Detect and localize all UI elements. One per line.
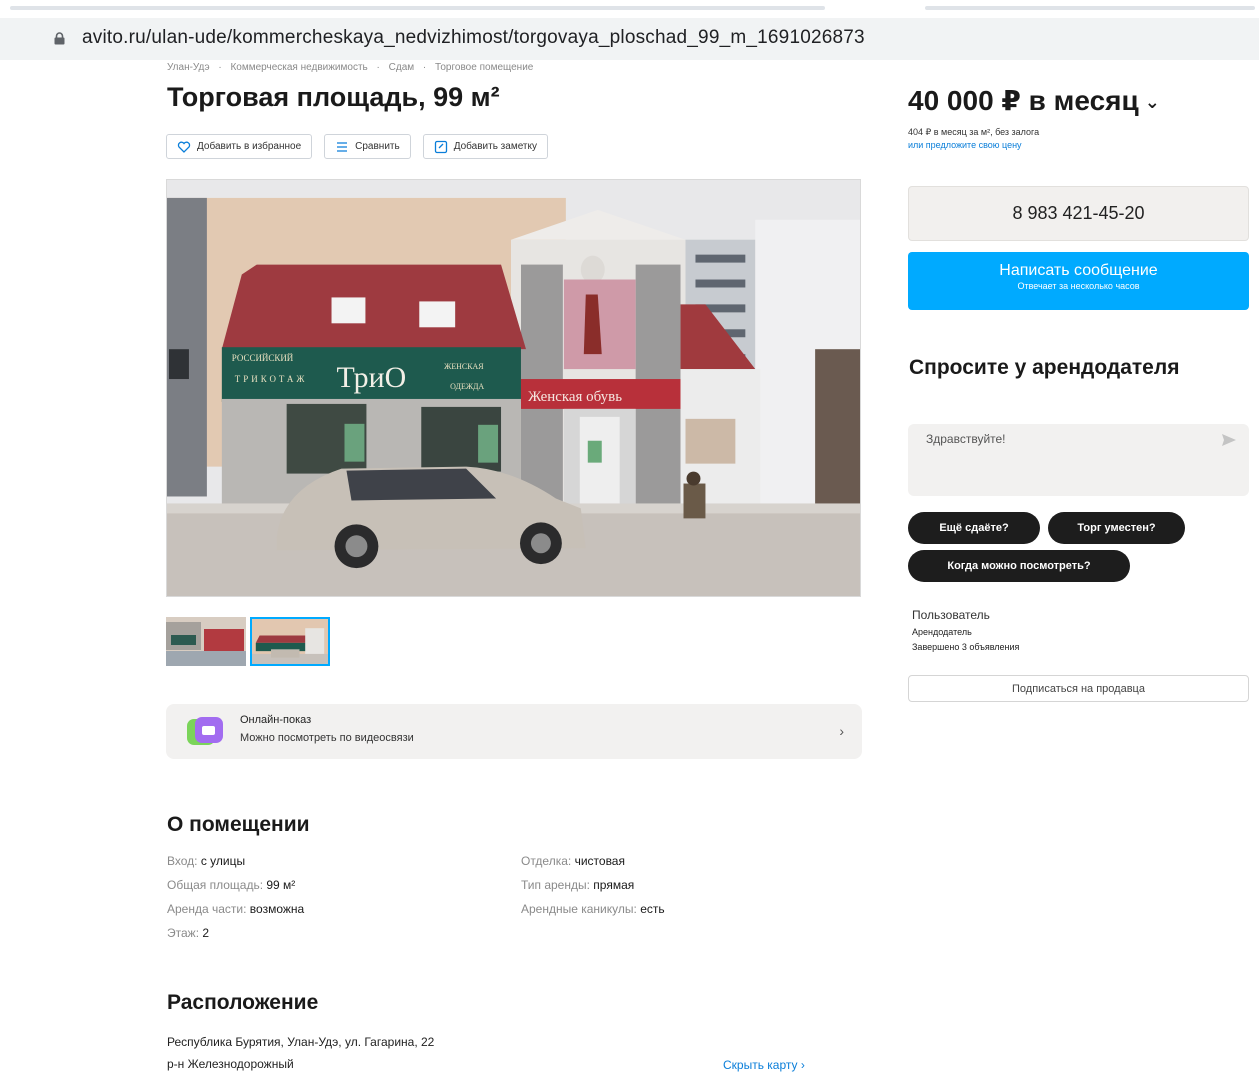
- chevron-down-icon: ⌄: [1144, 92, 1160, 113]
- property-row: Тип аренды: прямая: [521, 873, 665, 897]
- property-row: Общая площадь: 99 м²: [167, 873, 304, 897]
- seller-completed-count: Завершено 3 объявления: [912, 642, 1020, 652]
- online-show-banner[interactable]: Онлайн-показ Можно посмотреть по видеосв…: [166, 704, 862, 759]
- sign-shoes: Женская обувь: [528, 389, 622, 405]
- subscribe-seller-label: Подписаться на продавца: [1012, 682, 1145, 695]
- property-key: Отделка:: [521, 854, 572, 868]
- tab-strip-segment: [925, 6, 1255, 10]
- sign-right-top: ЖЕНСКАЯ: [444, 362, 484, 371]
- compare-label: Сравнить: [355, 141, 400, 152]
- send-icon[interactable]: [1221, 433, 1237, 447]
- about-properties-right: Отделка: чистовая Тип аренды: прямая Аре…: [521, 849, 665, 921]
- breadcrumb-item-type[interactable]: Торговое помещение: [435, 62, 533, 73]
- property-value: чистовая: [574, 854, 625, 868]
- compare-icon: [337, 141, 348, 152]
- storefront-photo: РОССИЙСКИЙ ТРИКОТАЖ ТриО ЖЕНСКАЯ ОДЕЖДА …: [167, 180, 860, 596]
- add-note-button[interactable]: Добавить заметку: [422, 134, 548, 159]
- breadcrumb-separator: ·: [376, 62, 380, 73]
- add-note-label: Добавить заметку: [453, 141, 537, 152]
- response-time-label: Отвечает за несколько часов: [1017, 281, 1140, 291]
- quick-question-chip[interactable]: Когда можно посмотреть?: [908, 550, 1130, 582]
- property-row: Этаж: 2: [167, 921, 304, 945]
- photo-thumbnails: [166, 617, 330, 666]
- write-message-label: Написать сообщение: [999, 262, 1158, 279]
- breadcrumb: Улан-Удэ · Коммерческая недвижимость · С…: [167, 62, 539, 73]
- add-to-favorites-label: Добавить в избранное: [197, 141, 302, 152]
- breadcrumb-item-city[interactable]: Улан-Удэ: [167, 62, 210, 73]
- property-value: возможна: [249, 902, 305, 916]
- price-value: 40 000 ₽ в месяц: [908, 85, 1139, 116]
- video-call-icon: [187, 717, 223, 745]
- quick-question-chip[interactable]: Торг уместен?: [1048, 512, 1185, 544]
- add-to-favorites-button[interactable]: Добавить в избранное: [166, 134, 313, 159]
- price-per-meter: 404 ₽ в месяц за м², без залога: [908, 127, 1040, 137]
- sign-brand: ТриО: [337, 361, 407, 394]
- offer-price-link[interactable]: или предложите свою цену: [908, 139, 1039, 152]
- property-key: Арендные каникулы:: [521, 902, 637, 916]
- note-icon: [434, 140, 447, 153]
- sign-left-top: РОССИЙСКИЙ: [232, 353, 294, 363]
- url-text[interactable]: avito.ru/ulan-ude/kommercheskaya_nedvizh…: [82, 27, 865, 49]
- address-text: Республика Бурятия, Улан-Удэ, ул. Гагари…: [167, 1035, 435, 1049]
- price[interactable]: 40 000 ₽ в месяц ⌄: [908, 84, 1160, 117]
- ask-message-input[interactable]: Здравствуйте!: [908, 424, 1249, 496]
- show-phone-button[interactable]: 8 983 421-45-20: [908, 186, 1249, 241]
- sign-right-bottom: ОДЕЖДА: [450, 382, 484, 391]
- thumbnail-2-selected[interactable]: [250, 617, 330, 666]
- property-value: есть: [640, 902, 665, 916]
- property-row: Аренда части: возможна: [167, 897, 304, 921]
- property-value: 99 м²: [266, 878, 296, 892]
- online-show-subtitle: Можно посмотреть по видеосвязи: [240, 732, 414, 744]
- seller-role: Арендодатель: [912, 627, 972, 637]
- property-value: с улицы: [200, 854, 246, 868]
- write-message-button[interactable]: Написать сообщение Отвечает за несколько…: [908, 252, 1249, 310]
- phone-number: 8 983 421-45-20: [1012, 203, 1145, 223]
- about-section-title: О помещении: [167, 813, 310, 836]
- listing-title: Торговая площадь, 99 м²: [167, 82, 500, 112]
- online-show-title: Онлайн-показ: [240, 714, 312, 726]
- property-key: Вход:: [167, 854, 198, 868]
- property-value: прямая: [593, 878, 635, 892]
- compare-button[interactable]: Сравнить: [324, 134, 411, 159]
- hide-map-link[interactable]: Скрыть карту ›: [723, 1058, 805, 1072]
- subscribe-seller-button[interactable]: Подписаться на продавца: [908, 675, 1249, 702]
- quick-question-chip[interactable]: Ещё сдаёте?: [908, 512, 1040, 544]
- property-row: Вход: с улицы: [167, 849, 304, 873]
- property-row: Арендные каникулы: есть: [521, 897, 665, 921]
- seller-info: Пользователь Арендодатель Завершено 3 об…: [912, 608, 1019, 655]
- property-key: Общая площадь:: [167, 878, 264, 892]
- breadcrumb-separator: ·: [218, 62, 222, 73]
- thumbnail-image: [166, 617, 246, 666]
- property-key: Аренда части:: [167, 902, 247, 916]
- property-key: Тип аренды:: [521, 878, 590, 892]
- sign-left-bottom: ТРИКОТАЖ: [235, 374, 308, 384]
- breadcrumb-item-deal[interactable]: Сдам: [389, 62, 415, 73]
- price-details: 404 ₽ в месяц за м², без залога или пред…: [908, 126, 1039, 152]
- chevron-right-icon: ›: [839, 723, 844, 739]
- location-section-title: Расположение: [167, 991, 319, 1014]
- thumbnail-image: [252, 619, 328, 664]
- browser-tab-strip: [0, 0, 1259, 14]
- ask-message-text[interactable]: Здравствуйте!: [926, 432, 1006, 446]
- lock-icon: [54, 32, 65, 45]
- district-text: р-н Железнодорожный: [167, 1057, 294, 1071]
- heart-icon: [177, 141, 191, 153]
- property-row: Отделка: чистовая: [521, 849, 665, 873]
- breadcrumb-item-category[interactable]: Коммерческая недвижимость: [230, 62, 367, 73]
- seller-name[interactable]: Пользователь: [912, 608, 1019, 622]
- property-key: Этаж:: [167, 926, 200, 940]
- about-properties-left: Вход: с улицы Общая площадь: 99 м² Аренд…: [167, 849, 304, 945]
- property-value: 2: [202, 926, 210, 940]
- main-photo[interactable]: РОССИЙСКИЙ ТРИКОТАЖ ТриО ЖЕНСКАЯ ОДЕЖДА …: [166, 179, 861, 597]
- ask-landlord-title: Спросите у арендодателя: [909, 356, 1180, 379]
- address-bar[interactable]: avito.ru/ulan-ude/kommercheskaya_nedvizh…: [0, 18, 1259, 60]
- tab-strip-segment: [10, 6, 825, 10]
- breadcrumb-separator: ·: [422, 62, 427, 73]
- listing-actions: Добавить в избранное Сравнить Добавить з…: [166, 134, 548, 159]
- thumbnail-1[interactable]: [166, 617, 246, 666]
